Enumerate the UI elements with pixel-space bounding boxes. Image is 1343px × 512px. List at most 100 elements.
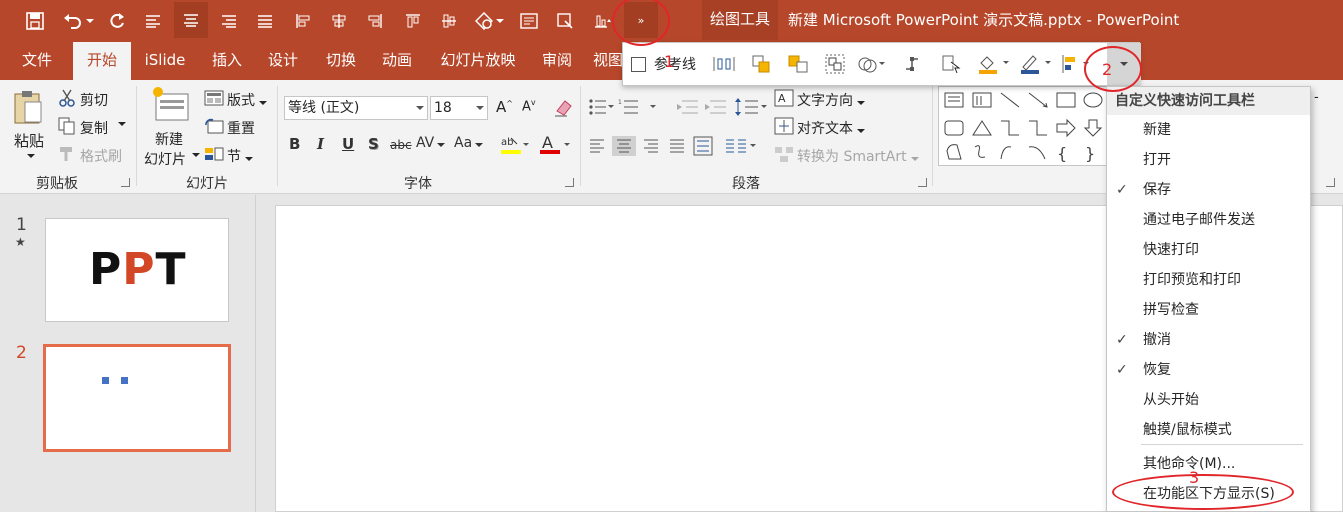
layout-button[interactable]: 版式 <box>227 90 268 110</box>
font-size-combo[interactable]: 18 <box>430 96 488 120</box>
slide-thumbnail-1[interactable]: PPT <box>45 218 229 322</box>
indent-icons[interactable] <box>676 96 730 118</box>
menu-item-print-preview[interactable]: 打印预览和打印 <box>1107 265 1310 295</box>
clipboard-launcher-icon[interactable] <box>121 178 130 187</box>
character-spacing-button[interactable]: AV <box>416 135 446 151</box>
tab-home[interactable]: 开始 <box>73 42 131 80</box>
drawing-right-edge-text: - <box>1314 90 1319 105</box>
menu-item-spelling[interactable]: 拼写检查 <box>1107 295 1310 325</box>
tab-file[interactable]: 文件 <box>6 40 68 80</box>
font-color-icon[interactable]: A <box>538 134 572 156</box>
distribute-horizontal-icon[interactable] <box>713 53 735 75</box>
redo-icon[interactable] <box>104 8 130 34</box>
convert-smartart-button[interactable]: 转换为 SmartArt <box>797 146 920 166</box>
paste-icon[interactable] <box>12 88 44 126</box>
align-center-icon[interactable] <box>174 2 208 38</box>
clear-formatting-icon[interactable] <box>552 98 574 118</box>
merge-shapes-icon[interactable] <box>857 53 887 75</box>
paste-dropdown[interactable] <box>27 150 35 161</box>
drawing-launcher-icon[interactable] <box>1326 178 1335 187</box>
menu-item-redo[interactable]: ✓ 恢复 <box>1107 355 1310 385</box>
group-icon[interactable] <box>825 53 845 75</box>
tab-review[interactable]: 审阅 <box>530 40 584 80</box>
menu-item-from-beginning[interactable]: 从头开始 <box>1107 385 1310 415</box>
copy-dropdown[interactable] <box>118 118 126 129</box>
section-icon <box>204 145 224 163</box>
tab-slideshow[interactable]: 幻灯片放映 <box>432 40 524 80</box>
menu-item-label: 拼写检查 <box>1143 302 1199 318</box>
text-direction-button[interactable]: 文字方向 <box>797 90 866 110</box>
menu-item-undo[interactable]: ✓ 撤消 <box>1107 325 1310 355</box>
edit-points-icon[interactable] <box>903 53 923 75</box>
tab-islide[interactable]: iSlide <box>138 40 192 80</box>
strikethrough-button[interactable]: abc <box>390 138 412 152</box>
align-objects-top-icon[interactable] <box>400 8 426 34</box>
highlight-icon[interactable]: ab <box>498 134 530 156</box>
bullets-icon[interactable]: 1 <box>588 96 662 118</box>
copy-icon <box>58 117 76 135</box>
shadow-button[interactable]: S <box>368 135 379 153</box>
menu-item-save[interactable]: ✓ 保存 <box>1107 175 1310 205</box>
annotation-number-3: 3 <box>1189 468 1200 487</box>
justify-icon[interactable] <box>252 8 278 34</box>
send-backward-icon[interactable] <box>751 53 771 75</box>
align-objects-left-icon[interactable] <box>290 8 316 34</box>
align-objects-middle-icon[interactable] <box>436 8 462 34</box>
section-button[interactable]: 节 <box>227 146 254 166</box>
copy-button[interactable]: 复制 <box>80 118 108 138</box>
format-painter-button[interactable]: 格式刷 <box>80 146 122 166</box>
shape-outline-icon[interactable] <box>1019 53 1053 75</box>
menu-item-label: 撤消 <box>1143 332 1171 348</box>
menu-item-email[interactable]: 通过电子邮件发送 <box>1107 205 1310 235</box>
text-direction-label: 文字方向 <box>797 93 853 109</box>
paragraph-align-icons[interactable] <box>588 135 718 157</box>
font-launcher-icon[interactable] <box>565 178 574 187</box>
group-label-font: 字体 <box>404 176 432 192</box>
menu-item-open[interactable]: 打开 <box>1107 145 1310 175</box>
align-right-icon[interactable] <box>216 8 242 34</box>
paste-button[interactable]: 粘贴 <box>14 130 44 151</box>
tab-design[interactable]: 设计 <box>256 40 310 80</box>
slide-thumbnail-2[interactable] <box>43 344 231 452</box>
decrease-font-icon[interactable]: Av <box>522 98 536 114</box>
drawing-tools-context-tab[interactable]: 绘图工具 <box>702 0 778 40</box>
paragraph-launcher-icon[interactable] <box>918 178 927 187</box>
reset-button[interactable]: 重置 <box>227 118 255 138</box>
align-objects-center-icon[interactable] <box>326 8 352 34</box>
menu-item-label: 从头开始 <box>1143 392 1199 408</box>
cut-button[interactable]: 剪切 <box>80 90 108 110</box>
menu-item-touch-mode[interactable]: 触摸/鼠标模式 <box>1107 415 1310 445</box>
tab-transitions[interactable]: 切换 <box>314 40 368 80</box>
shape-icon[interactable] <box>470 8 508 34</box>
spacing-label: AV <box>416 135 435 151</box>
italic-button[interactable]: I <box>317 135 324 153</box>
crop-icon[interactable] <box>552 8 578 34</box>
columns-icon[interactable] <box>724 135 760 157</box>
shape-fill-icon[interactable] <box>977 53 1011 75</box>
underline-button[interactable]: U <box>342 135 354 153</box>
bold-button[interactable]: B <box>289 135 300 153</box>
align-objects-right-icon[interactable] <box>362 8 388 34</box>
new-slide-button[interactable]: 新建 <box>155 129 183 149</box>
tab-animations[interactable]: 动画 <box>370 40 424 80</box>
undo-icon[interactable] <box>60 8 96 34</box>
bring-forward-icon[interactable] <box>787 53 809 75</box>
line-spacing-icon[interactable] <box>734 96 770 118</box>
increase-font-icon[interactable]: A^ <box>496 98 513 116</box>
font-name-combo[interactable]: 等线 (正文) <box>284 96 428 120</box>
menu-item-quick-print[interactable]: 快速打印 <box>1107 235 1310 265</box>
textbox-icon[interactable] <box>516 8 542 34</box>
shapes-gallery[interactable]: { } <box>938 86 1108 166</box>
menu-item-label: 新建 <box>1143 122 1171 138</box>
align-text-button[interactable]: 对齐文本 <box>797 118 866 138</box>
new-slide-icon[interactable] <box>150 86 190 122</box>
align-left-icon[interactable] <box>140 8 166 34</box>
text-direction-icon: A <box>774 89 794 107</box>
menu-item-new[interactable]: 新建 <box>1107 115 1310 145</box>
selection-pane-icon[interactable] <box>941 53 961 75</box>
tab-insert[interactable]: 插入 <box>200 40 254 80</box>
new-slide-label[interactable]: 幻灯片 <box>144 149 186 169</box>
change-case-button[interactable]: Aa <box>454 135 484 151</box>
save-icon[interactable] <box>22 8 48 34</box>
new-slide-dropdown[interactable] <box>192 149 200 160</box>
